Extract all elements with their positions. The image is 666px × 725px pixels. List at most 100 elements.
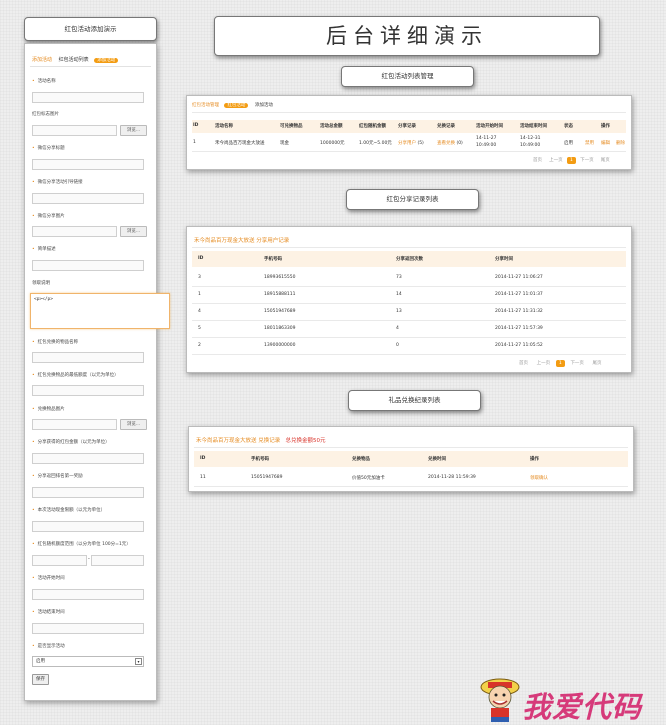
rule-textarea[interactable]: <p></p> bbox=[30, 293, 170, 329]
header-id: ID bbox=[193, 123, 199, 128]
header-share: 分享记录 bbox=[398, 124, 416, 129]
cell-phone: 13900000000 bbox=[264, 343, 296, 348]
activity-name-input[interactable] bbox=[32, 92, 144, 103]
activity-list-panel: 红包活动管理 红包活动 添加活动 ID 活动名称 可兑换物品 活动总金额 红包随… bbox=[186, 95, 632, 170]
confirm-receipt-link[interactable]: 领取确认 bbox=[530, 475, 548, 481]
min-amount-input[interactable] bbox=[32, 385, 144, 396]
bullet-icon: • bbox=[32, 340, 35, 345]
bullet-icon: • bbox=[32, 508, 35, 513]
pager-current[interactable]: 1 bbox=[555, 360, 565, 367]
random-max-input[interactable] bbox=[91, 555, 144, 566]
cell-count: 14 bbox=[396, 292, 402, 297]
row-start-time: 10:49:00 bbox=[476, 143, 497, 148]
label-icon-image: 红包标志图片 bbox=[32, 112, 59, 117]
cell-time: 2014-11-28 11:59:39 bbox=[428, 475, 476, 480]
tab-add-activity-badge[interactable]: 添加活动 bbox=[94, 58, 119, 63]
cell-time: 2014-11-27 11:05:52 bbox=[495, 343, 543, 348]
cell-phone: 15051947689 bbox=[264, 309, 296, 314]
cell-phone: 18993615550 bbox=[264, 275, 296, 280]
form-title-box: 红包活动添加演示 bbox=[24, 17, 157, 41]
share-count: (5) bbox=[417, 141, 424, 146]
label-goods-name: • 红包兑换的物品名称 bbox=[32, 340, 79, 345]
icon-image-input[interactable] bbox=[32, 125, 117, 136]
header-goods: 可兑换物品 bbox=[280, 124, 303, 129]
view-exchange-link[interactable]: 查看兑换 bbox=[437, 141, 455, 146]
exchange-count: (0) bbox=[456, 141, 463, 146]
header-id: ID bbox=[200, 456, 206, 461]
tab-activity-badge[interactable]: 红包活动 bbox=[224, 103, 249, 108]
pager-prev[interactable]: 上一页 bbox=[549, 158, 563, 163]
divider bbox=[192, 247, 626, 248]
share-link-input[interactable] bbox=[32, 193, 144, 204]
divider bbox=[194, 447, 628, 448]
cell-count: 0 bbox=[396, 343, 399, 348]
cell-goods: 价值50元加油卡 bbox=[352, 476, 385, 481]
row-divider bbox=[192, 303, 626, 304]
cell-time: 2014-11-27 11:01:37 bbox=[495, 292, 543, 297]
description-input[interactable] bbox=[32, 260, 144, 271]
save-button[interactable]: 保存 bbox=[32, 674, 49, 685]
share-amount-input[interactable] bbox=[32, 453, 144, 464]
row-exchange: 查看兑换 (0) bbox=[437, 140, 463, 146]
header-id: ID bbox=[198, 256, 204, 261]
share-title-input[interactable] bbox=[32, 159, 144, 170]
start-time-input[interactable] bbox=[32, 589, 144, 600]
cash-limit-input[interactable] bbox=[32, 521, 144, 532]
pager-first[interactable]: 首页 bbox=[519, 361, 528, 366]
cell-time: 2014-11-27 11:57:39 bbox=[495, 326, 543, 331]
bullet-icon: • bbox=[32, 610, 35, 615]
label-show: • 是否显示活动 bbox=[32, 644, 65, 649]
tab-add-activity[interactable]: 添加活动 bbox=[255, 103, 273, 108]
chevron-down-icon: ▾ bbox=[135, 658, 142, 665]
pager-next[interactable]: 下一页 bbox=[580, 158, 594, 163]
random-min-input[interactable] bbox=[32, 555, 87, 566]
pager-prev[interactable]: 上一页 bbox=[537, 361, 551, 366]
pager-current[interactable]: 1 bbox=[566, 157, 576, 164]
share-pic-input[interactable] bbox=[32, 226, 117, 237]
edit-link[interactable]: 编辑 bbox=[601, 140, 610, 146]
share-users-link[interactable]: 分享用户 bbox=[398, 141, 416, 146]
tab-add-activity[interactable]: 添加活动 bbox=[32, 57, 52, 63]
disable-link[interactable]: 禁用 bbox=[585, 140, 594, 146]
browse-button[interactable]: 浏览... bbox=[120, 125, 147, 136]
goods-name-input[interactable] bbox=[32, 352, 144, 363]
end-time-input[interactable] bbox=[32, 623, 144, 634]
share-rank-input[interactable] bbox=[32, 487, 144, 498]
pager-first[interactable]: 首页 bbox=[533, 158, 542, 163]
bullet-icon: • bbox=[32, 180, 35, 185]
header-time: 兑换时间 bbox=[428, 457, 446, 462]
cell-phone: 15051947689 bbox=[251, 475, 283, 480]
row-random: 1.00元~5.00元 bbox=[359, 141, 392, 146]
label-rule: 领取说明 bbox=[32, 281, 50, 286]
browse-button[interactable]: 浏览... bbox=[120, 226, 147, 237]
bullet-icon: • bbox=[32, 474, 35, 479]
row-goods: 现金 bbox=[280, 141, 289, 146]
tab-activity-list[interactable]: 红包活动列表 bbox=[59, 57, 89, 63]
browse-button[interactable]: 浏览... bbox=[120, 419, 147, 430]
goods-pic-input[interactable] bbox=[32, 419, 117, 430]
row-end-date: 14-12-31 bbox=[520, 136, 541, 141]
form-tabs: 添加活动 红包活动列表 添加活动 bbox=[32, 56, 119, 63]
pager-last[interactable]: 尾页 bbox=[601, 158, 610, 163]
add-activity-form: 添加活动 红包活动列表 添加活动 • 活动名称 红包标志图片 浏览... • 微信分… bbox=[24, 43, 170, 701]
cell-phone: 18915888111 bbox=[264, 292, 296, 297]
cell-id: 2 bbox=[198, 343, 201, 348]
activity-list-tabs: 红包活动管理 红包活动 添加活动 bbox=[192, 102, 273, 108]
cell-id: 11 bbox=[200, 475, 206, 480]
bullet-icon: • bbox=[32, 644, 35, 649]
exchange-title-text: 禾今尚品百万现金大放送 兑换记录 bbox=[196, 438, 281, 444]
bullet-icon: • bbox=[32, 440, 35, 445]
header-start: 活动开始时间 bbox=[476, 124, 503, 129]
page-title: 后台详细演示 bbox=[326, 24, 488, 48]
delete-link[interactable]: 删除 bbox=[616, 140, 625, 146]
header-exchange: 兑换记录 bbox=[437, 124, 455, 129]
pagination: 首页 上一页 1 下一页 尾页 bbox=[533, 157, 610, 164]
divider bbox=[192, 112, 626, 113]
pager-next[interactable]: 下一页 bbox=[570, 361, 584, 366]
show-select[interactable]: 启用 ▾ bbox=[32, 656, 144, 667]
tab-activity-manage[interactable]: 红包活动管理 bbox=[192, 103, 219, 108]
bullet-icon: • bbox=[32, 79, 35, 84]
pager-last[interactable]: 尾页 bbox=[593, 361, 602, 366]
section2-label: 红包分享记录列表 bbox=[386, 195, 439, 203]
cell-count: 13 bbox=[396, 309, 402, 314]
